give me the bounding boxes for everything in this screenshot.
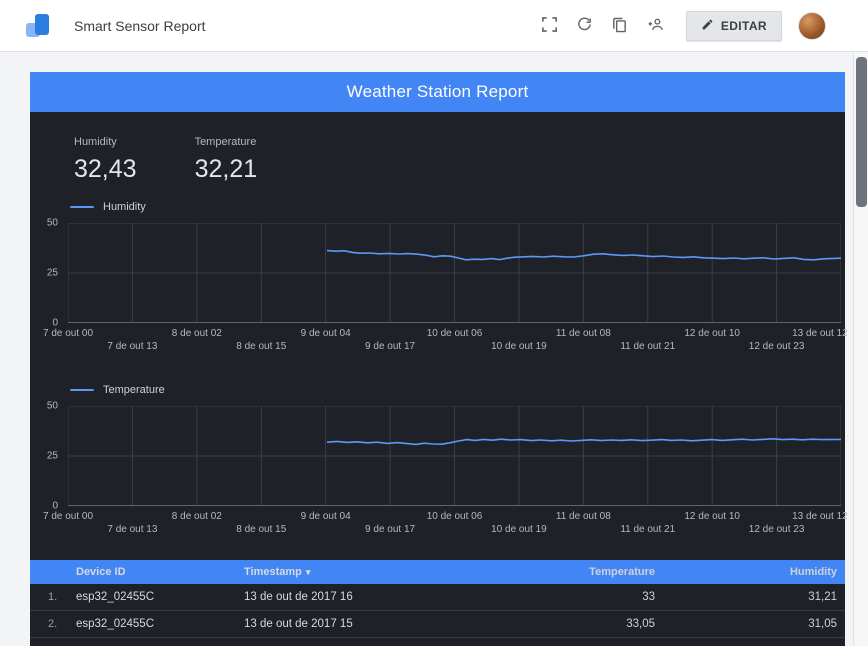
x-axis-tick-label: 8 de out 02 <box>171 328 222 339</box>
scorecard-label: Humidity <box>74 136 117 148</box>
vertical-scrollbar[interactable] <box>853 53 868 646</box>
x-axis-tick-label: 7 de out 00 <box>42 328 94 339</box>
cell-device-id: esp32_02455C <box>76 591 155 603</box>
cell-timestamp: 13 de out de 2017 16 <box>244 591 353 603</box>
cell-humidity: 31,05 <box>808 618 837 630</box>
scorecard-humidity: Humidity 32,43 <box>74 136 137 184</box>
data-table: Device ID Timestamp ▾ Temperature Humidit… <box>30 560 845 638</box>
table-row: 2. esp32_02455C 13 de out de 2017 15 33,… <box>30 611 845 638</box>
report-body: Humidity 32,43 Temperature 32,21 Humidit… <box>30 112 848 646</box>
humidity-time-series-chart: Humidity 0 25 50 7 de out 00 8 de out 02 9 d… <box>30 200 848 355</box>
copy-button[interactable] <box>607 12 632 40</box>
x-axis-tick-label: 8 de out 15 <box>236 341 287 352</box>
y-axis-tick-label: 0 <box>52 317 58 329</box>
plot-area[interactable] <box>68 406 841 506</box>
pencil-icon <box>701 18 714 34</box>
banner-title: Weather Station Report <box>346 82 529 101</box>
x-axis-tick-label: 12 de out 10 <box>684 328 740 339</box>
y-axis-tick-label: 50 <box>46 400 58 412</box>
cell-temperature: 33,05 <box>626 618 655 630</box>
person-add-icon <box>646 16 666 36</box>
scorecard-value: 32,21 <box>194 155 258 183</box>
scorecard-temperature: Temperature 32,21 <box>195 136 258 184</box>
x-axis-tick-label: 10 de out 06 <box>426 328 483 339</box>
header-timestamp-label: Timestamp <box>244 566 302 578</box>
chart-legend: Temperature <box>70 383 841 397</box>
chart-svg <box>68 406 841 506</box>
report-title: Smart Sensor Report <box>74 17 206 34</box>
x-axis-tick-label: 8 de out 02 <box>171 511 222 522</box>
header-humidity[interactable]: Humidity <box>675 566 845 578</box>
cell-humidity: 31,21 <box>808 591 837 603</box>
x-axis-tick-label: 9 de out 17 <box>365 341 416 352</box>
refresh-button[interactable] <box>572 12 597 40</box>
cell-temperature: 33 <box>642 591 655 603</box>
copy-icon <box>611 16 628 36</box>
report-header-banner: Weather Station Report <box>30 72 845 112</box>
scorecard-value: 32,43 <box>74 155 137 183</box>
x-axis-tick-label: 9 de out 04 <box>300 328 351 339</box>
chart-svg <box>68 223 841 323</box>
x-axis-tick-label: 11 de out 08 <box>555 511 611 522</box>
table-header-row: Device ID Timestamp ▾ Temperature Humidit… <box>30 560 845 584</box>
fullscreen-icon <box>541 16 558 36</box>
fullscreen-button[interactable] <box>537 12 562 40</box>
table-row: 1. esp32_02455C 13 de out de 2017 16 33 … <box>30 584 845 611</box>
x-axis-tick-label: 7 de out 00 <box>42 511 94 522</box>
x-axis-tick-label: 8 de out 15 <box>236 524 287 535</box>
scorecard-label: Temperature <box>194 136 257 148</box>
plot-area[interactable] <box>68 223 841 323</box>
temperature-time-series-chart: Temperature 0 25 50 7 de out 00 8 de out 02… <box>30 383 848 538</box>
x-axis-tick-label: 12 de out 23 <box>748 524 805 535</box>
x-axis-tick-label: 9 de out 17 <box>365 524 416 535</box>
cell-device-id: esp32_02455C <box>76 618 155 630</box>
x-axis-tick-label: 9 de out 04 <box>300 511 351 522</box>
refresh-icon <box>576 16 593 36</box>
logo-shape-dark <box>35 13 49 35</box>
x-axis: 7 de out 00 8 de out 02 9 de out 04 10 de o… <box>43 323 848 355</box>
topbar: Smart Sensor Report EDITAR <box>0 0 868 52</box>
edit-button-label: EDITAR <box>720 18 767 33</box>
cell-timestamp: 13 de out de 2017 15 <box>244 618 353 630</box>
x-axis-tick-label: 11 de out 08 <box>555 328 611 339</box>
scrollbar-thumb[interactable] <box>856 57 867 207</box>
y-axis-labels: 0 25 50 <box>30 401 68 512</box>
x-axis-tick-label: 13 de out 12 <box>792 328 848 339</box>
y-axis-labels: 0 25 50 <box>30 218 68 329</box>
row-index: 2. <box>48 618 58 630</box>
y-axis-tick-label: 50 <box>46 217 58 229</box>
scorecards: Humidity 32,43 Temperature 32,21 <box>30 112 845 184</box>
legend-label: Temperature <box>103 384 165 396</box>
header-timestamp[interactable]: Timestamp ▾ <box>244 566 435 578</box>
x-axis-tick-label: 7 de out 13 <box>107 524 158 535</box>
topbar-controls: EDITAR <box>537 10 826 41</box>
x-axis-tick-label: 13 de out 12 <box>792 511 848 522</box>
y-axis-tick-label: 0 <box>52 500 58 512</box>
legend-label: Humidity <box>103 201 146 213</box>
chart-legend: Humidity <box>70 200 841 214</box>
legend-line-swatch <box>70 389 94 391</box>
x-axis-tick-label: 11 de out 21 <box>620 341 676 352</box>
row-index: 1. <box>48 591 58 603</box>
x-axis-tick-label: 12 de out 23 <box>748 341 805 352</box>
header-device-id[interactable]: Device ID <box>74 566 244 578</box>
report-canvas: Weather Station Report Humidity 32,43 Te… <box>30 72 848 646</box>
share-add-person-button[interactable] <box>642 12 670 40</box>
x-axis-tick-label: 10 de out 06 <box>426 511 483 522</box>
y-axis-tick-label: 25 <box>46 450 58 462</box>
x-axis-tick-label: 10 de out 19 <box>491 341 547 352</box>
y-axis-tick-label: 25 <box>46 267 58 279</box>
edit-button[interactable]: EDITAR <box>685 10 782 41</box>
avatar[interactable] <box>798 11 826 40</box>
header-temperature[interactable]: Temperature <box>435 566 675 578</box>
x-axis-tick-label: 7 de out 13 <box>107 341 158 352</box>
x-axis-tick-label: 10 de out 19 <box>491 524 547 535</box>
x-axis: 7 de out 00 8 de out 02 9 de out 04 10 de o… <box>43 506 848 538</box>
sort-descending-icon: ▾ <box>305 567 311 577</box>
x-axis-tick-label: 11 de out 21 <box>620 524 676 535</box>
data-studio-logo[interactable] <box>26 13 50 38</box>
x-axis-tick-label: 12 de out 10 <box>684 511 740 522</box>
legend-line-swatch <box>70 206 94 208</box>
